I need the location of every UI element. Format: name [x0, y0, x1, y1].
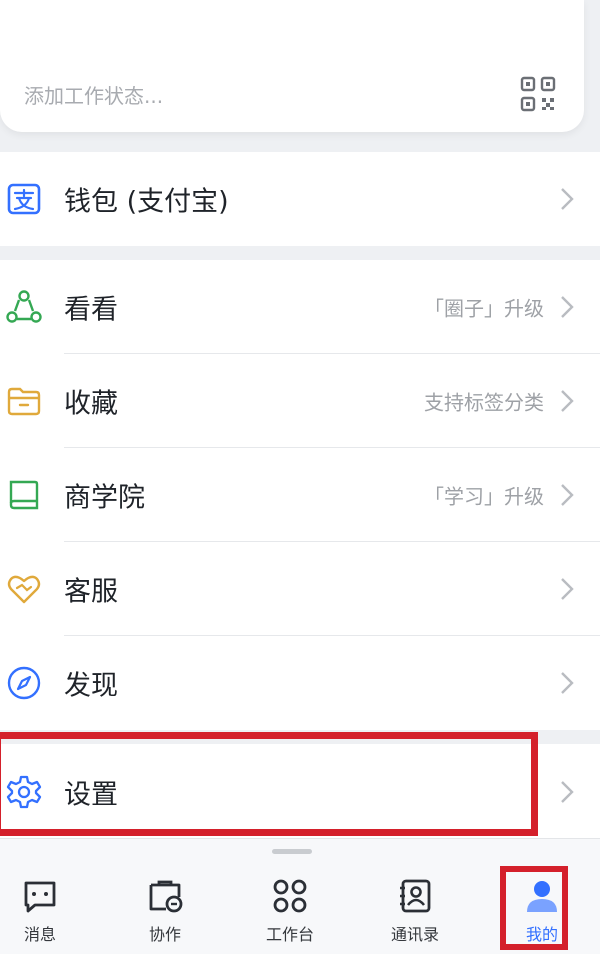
menu-item-hint: 「圈子」升级 [424, 296, 544, 321]
wallet-row[interactable]: 钱包 (支付宝) [0, 152, 600, 246]
alipay-wallet-icon [7, 183, 41, 215]
menu-item-hint: 「学习」升级 [424, 484, 544, 509]
compass-icon [7, 666, 41, 700]
menu-item-support[interactable]: 客服 [0, 542, 600, 636]
message-icon [24, 881, 56, 913]
menu-item-label: 商学院 [64, 482, 145, 514]
tab-workbench[interactable]: 工作台 [250, 877, 330, 945]
tab-label: 消息 [23, 925, 56, 944]
chevron-right-icon [561, 484, 574, 506]
chevron-right-icon [561, 188, 574, 210]
heart-handshake-icon [7, 575, 41, 604]
tab-label: 工作台 [265, 925, 314, 944]
community-icon [6, 290, 42, 323]
drag-handle[interactable] [272, 849, 312, 854]
wallet-group: 钱包 (支付宝) [0, 152, 600, 246]
wallet-label: 钱包 (支付宝) [64, 186, 229, 218]
menu-item-favorites[interactable]: 收藏 支持标签分类 [0, 354, 600, 448]
tab-messages[interactable]: 消息 [0, 877, 80, 945]
tab-label: 协作 [148, 925, 181, 944]
chevron-right-icon [561, 578, 574, 600]
work-status-input[interactable]: 添加工作状态... [24, 80, 163, 109]
work-status-card: 添加工作状态... [0, 0, 584, 132]
menu-item-label: 发现 [64, 670, 118, 702]
menu-item-hint: 支持标签分类 [424, 390, 544, 415]
menu-item-academy[interactable]: 商学院 「学习」升级 [0, 448, 600, 542]
menu-item-label: 看看 [64, 294, 118, 326]
menu-item-discover[interactable]: 发现 [0, 636, 600, 730]
menu-item-label: 收藏 [64, 388, 118, 420]
tab-contacts[interactable]: 通讯录 [375, 877, 455, 945]
me-tab-highlight-box [500, 866, 568, 950]
tab-label: 通讯录 [390, 925, 439, 944]
grid-icon [273, 879, 307, 913]
contacts-icon [400, 879, 431, 913]
chevron-right-icon [561, 781, 574, 803]
qr-code-icon[interactable] [520, 76, 556, 112]
settings-highlight-box [0, 732, 538, 836]
menu-group: 看看 「圈子」升级 收藏 支持标签分类 商学院 「学习」升级 客服 发现 [0, 260, 600, 730]
chevron-right-icon [561, 672, 574, 694]
menu-item-kankan[interactable]: 看看 「圈子」升级 [0, 260, 600, 354]
chevron-right-icon [561, 296, 574, 318]
tab-collab[interactable]: 协作 [125, 877, 205, 945]
collaboration-icon [149, 880, 183, 913]
menu-item-label: 客服 [64, 576, 118, 608]
folder-icon [7, 387, 41, 416]
book-icon [9, 480, 39, 510]
chevron-right-icon [561, 390, 574, 412]
